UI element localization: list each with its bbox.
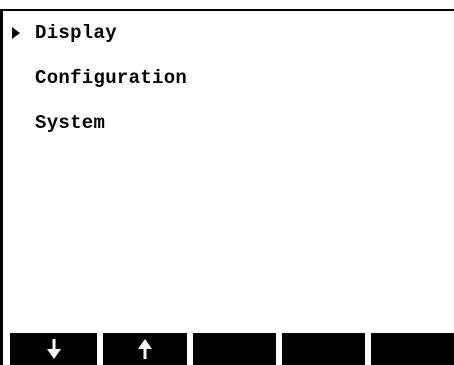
softkey-bar <box>0 333 454 365</box>
softkey-3-button[interactable] <box>193 333 276 365</box>
softkey-up-button[interactable] <box>103 333 187 365</box>
up-arrow-icon <box>138 339 152 359</box>
menu-item-label: Configuration <box>35 67 188 89</box>
main-menu: Display Configuration System <box>0 18 440 153</box>
menu-item-configuration[interactable]: Configuration <box>0 63 440 108</box>
menu-item-label: System <box>35 112 106 134</box>
softkey-down-button[interactable] <box>10 333 97 365</box>
selection-cursor-icon <box>12 27 20 39</box>
screen-top-border <box>0 9 454 11</box>
menu-item-system[interactable]: System <box>0 108 440 153</box>
softkey-5-button[interactable] <box>371 333 454 365</box>
softkey-4-button[interactable] <box>282 333 365 365</box>
device-screen: Display Configuration System <box>0 0 454 365</box>
menu-item-display[interactable]: Display <box>0 18 440 63</box>
menu-item-label: Display <box>35 22 117 44</box>
down-arrow-icon <box>46 339 61 359</box>
